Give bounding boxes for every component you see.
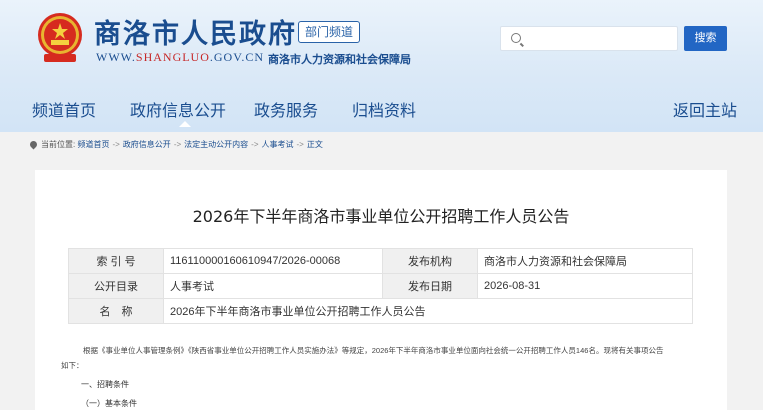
table-row: 公开目录 人事考试 发布日期 2026-08-31 bbox=[68, 273, 693, 299]
breadcrumb-personnel-exam[interactable]: 人事考试 bbox=[262, 140, 294, 149]
site-header: 商洛市人民政府 部门频道 WWW.SHANGLUO.GOV.CN 商洛市人力资源… bbox=[0, 0, 763, 132]
url-suffix: .GOV.CN bbox=[209, 50, 265, 64]
search-input[interactable] bbox=[527, 29, 672, 48]
nav-archive[interactable]: 归档资料 bbox=[352, 97, 416, 121]
nav-gov-info-disclosure[interactable]: 政府信息公开 bbox=[130, 97, 226, 121]
breadcrumb-gov-info[interactable]: 政府信息公开 bbox=[123, 140, 171, 149]
category-value: 人事考试 bbox=[163, 273, 383, 299]
article-meta-table: 索 引 号 116110000160610947/2026-00068 发布机构… bbox=[68, 248, 693, 324]
site-title[interactable]: 商洛市人民政府 bbox=[94, 12, 297, 51]
dept-channel-badge: 部门频道 bbox=[298, 21, 361, 43]
breadcrumb-prefix: 当前位置: bbox=[41, 140, 76, 149]
name-value: 2026年下半年商洛市事业单位公开招聘工作人员公告 bbox=[163, 298, 693, 324]
section-heading: 一、招聘条件 bbox=[81, 380, 129, 389]
article-panel: 2026年下半年商洛市事业单位公开招聘工作人员公告 索 引 号 11611000… bbox=[35, 170, 727, 410]
publish-date-value: 2026-08-31 bbox=[477, 273, 693, 299]
breadcrumb: 当前位置: 频道首页 -> 政府信息公开 -> 法定主动公开内容 -> 人事考试 -> 正文 bbox=[28, 139, 323, 150]
breadcrumb-separator: -> bbox=[296, 140, 304, 149]
publisher-value: 商洛市人力资源和社会保障局 bbox=[477, 248, 693, 274]
url-domain: SHANGLUO bbox=[135, 50, 210, 64]
site-url[interactable]: WWW.SHANGLUO.GOV.CN bbox=[96, 50, 264, 65]
article-title: 2026年下半年商洛市事业单位公开招聘工作人员公告 bbox=[192, 207, 570, 226]
nav-channel-home[interactable]: 频道首页 bbox=[32, 97, 96, 121]
publisher-label: 发布机构 bbox=[382, 248, 478, 274]
article-paragraph-cont: 如下： bbox=[61, 361, 84, 370]
url-prefix: WWW. bbox=[96, 50, 136, 64]
search-button[interactable]: 搜索 bbox=[684, 26, 727, 51]
breadcrumb-current: 正文 bbox=[306, 140, 323, 149]
index-number-value: 116110000160610947/2026-00068 bbox=[163, 248, 383, 274]
active-nav-indicator bbox=[179, 121, 191, 127]
article-paragraph: 根据《事业单位人事管理条例》《陕西省事业单位公开招聘工作人员实施办法》等规定，2… bbox=[83, 346, 664, 355]
department-name: 商洛市人力资源和社会保障局 bbox=[268, 54, 411, 66]
subsection-heading: （一）基本条件 bbox=[81, 399, 137, 408]
return-main-site-link[interactable]: 返回主站 bbox=[673, 97, 737, 121]
search-box[interactable] bbox=[500, 26, 678, 51]
location-pin-icon bbox=[28, 139, 39, 150]
search-icon bbox=[511, 33, 521, 43]
breadcrumb-separator: -> bbox=[112, 140, 120, 149]
breadcrumb-separator: -> bbox=[251, 140, 259, 149]
category-label: 公开目录 bbox=[68, 273, 164, 299]
national-emblem-icon bbox=[38, 13, 82, 62]
publish-date-label: 发布日期 bbox=[382, 273, 478, 299]
nav-gov-services[interactable]: 政务服务 bbox=[254, 97, 318, 121]
index-number-label: 索 引 号 bbox=[68, 248, 164, 274]
breadcrumb-statutory-content[interactable]: 法定主动公开内容 bbox=[184, 140, 248, 149]
table-row: 名 称 2026年下半年商洛市事业单位公开招聘工作人员公告 bbox=[68, 298, 693, 324]
breadcrumb-separator: -> bbox=[173, 140, 182, 149]
breadcrumb-channel-home[interactable]: 频道首页 bbox=[77, 140, 109, 149]
name-label: 名 称 bbox=[68, 298, 164, 324]
table-row: 索 引 号 116110000160610947/2026-00068 发布机构… bbox=[68, 248, 693, 274]
